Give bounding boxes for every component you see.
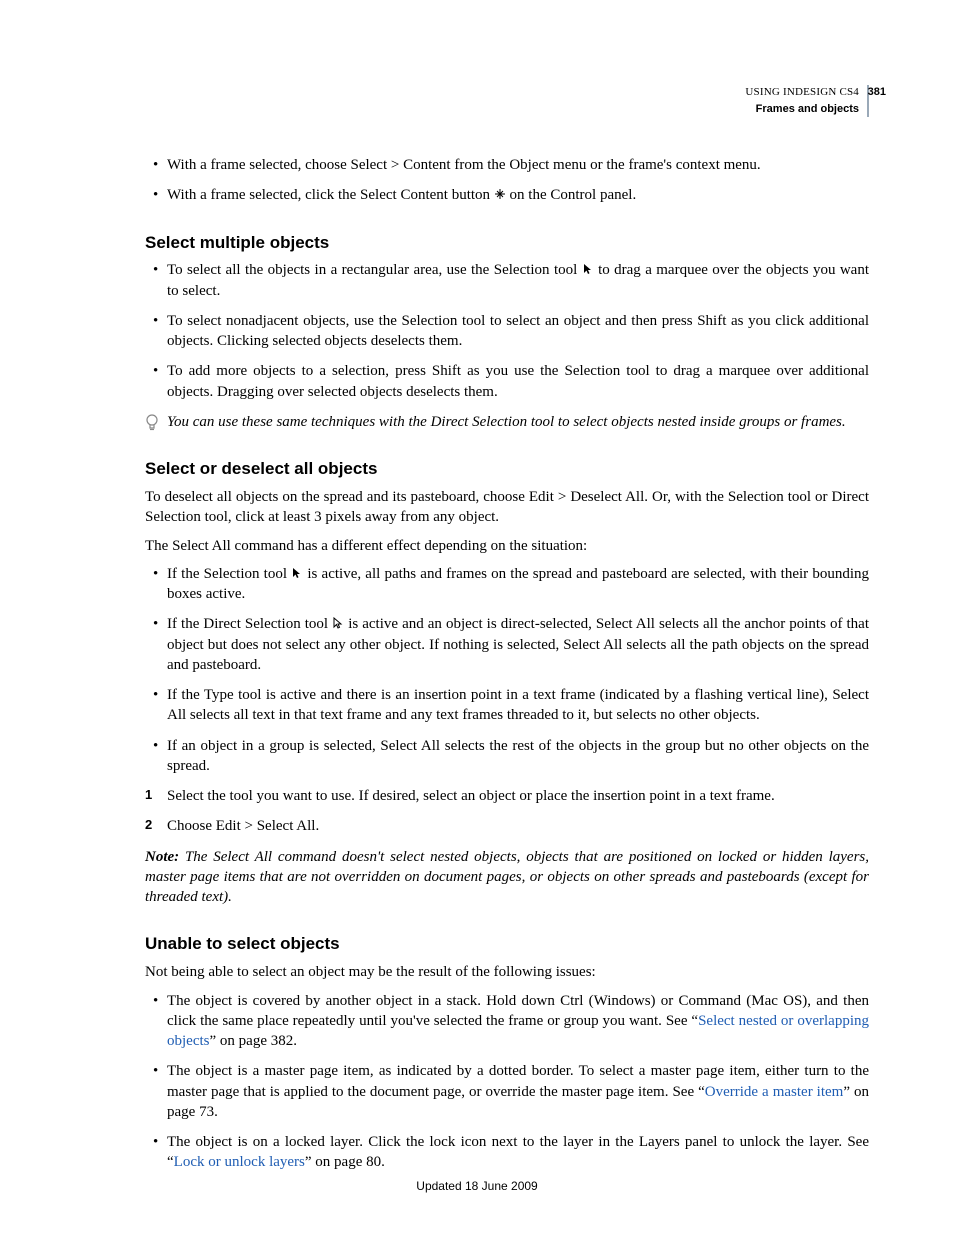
list-item: To select nonadjacent objects, use the S… — [145, 311, 869, 352]
list-item: To select all the objects in a rectangul… — [145, 260, 869, 301]
xref-lock-unlock-layers[interactable]: Lock or unlock layers — [174, 1154, 305, 1170]
list-item-text-before: To select all the objects in a rectangul… — [167, 262, 582, 278]
heading-select-multiple: Select multiple objects — [145, 232, 869, 255]
step-number: 1 — [145, 786, 152, 804]
select-content-icon — [494, 186, 506, 198]
step-number: 2 — [145, 816, 152, 834]
header-product: USING INDESIGN CS4 — [745, 85, 859, 100]
section3-bullets: The object is covered by another object … — [145, 991, 869, 1173]
list-item: If the Selection tool is active, all pat… — [145, 564, 869, 605]
direct-selection-tool-icon — [332, 615, 344, 627]
intro-bullet-list: With a frame selected, choose Select > C… — [145, 155, 869, 206]
list-item-text-before: With a frame selected, click the Select … — [167, 187, 494, 203]
selection-tool-icon — [291, 565, 303, 577]
list-item: To add more objects to a selection, pres… — [145, 361, 869, 402]
tip-text: You can use these same techniques with t… — [167, 414, 846, 430]
page-footer: Updated 18 June 2009 — [0, 1178, 954, 1194]
step-text: Choose Edit > Select All. — [167, 818, 319, 834]
header-section: Frames and objects — [745, 102, 859, 117]
list-item-text: If the Type tool is active and there is … — [167, 687, 869, 723]
section2-para1: To deselect all objects on the spread an… — [145, 487, 869, 528]
list-item-text-after: on the Control panel. — [510, 187, 637, 203]
list-item: The object is a master page item, as ind… — [145, 1061, 869, 1122]
heading-unable-select: Unable to select objects — [145, 933, 869, 956]
list-item-text: If an object in a group is selected, Sel… — [167, 738, 869, 774]
section2-para2: The Select All command has a different e… — [145, 536, 869, 556]
list-item-text-before: If the Direct Selection tool — [167, 616, 332, 632]
list-item: With a frame selected, choose Select > C… — [145, 155, 869, 175]
note-text: The Select All command doesn't select ne… — [145, 849, 869, 906]
list-item-text-before: If the Selection tool — [167, 566, 291, 582]
list-item-text-after: ” on page 382. — [210, 1033, 297, 1049]
list-item-text-after: ” on page 80. — [305, 1154, 385, 1170]
section2-bullets: If the Selection tool is active, all pat… — [145, 564, 869, 776]
page-header: USING INDESIGN CS4 Frames and objects — [745, 85, 869, 117]
section3-para1: Not being able to select an object may b… — [145, 962, 869, 982]
note-label: Note: — [145, 849, 179, 865]
step-item: 2 Choose Edit > Select All. — [145, 816, 869, 836]
heading-select-deselect-all: Select or deselect all objects — [145, 458, 869, 481]
step-text: Select the tool you want to use. If desi… — [167, 788, 775, 804]
list-item: The object is covered by another object … — [145, 991, 869, 1052]
selection-tool-icon — [582, 261, 594, 273]
list-item: With a frame selected, click the Select … — [145, 185, 869, 205]
lightbulb-icon — [145, 414, 159, 432]
list-item: If the Type tool is active and there is … — [145, 685, 869, 726]
list-item-text: To add more objects to a selection, pres… — [167, 363, 869, 399]
section2-steps: 1 Select the tool you want to use. If des… — [145, 786, 869, 837]
page-number: 381 — [868, 85, 886, 100]
list-item-text: With a frame selected, choose Select > C… — [167, 157, 761, 173]
list-item-text: To select nonadjacent objects, use the S… — [167, 313, 869, 349]
section1-bullets: To select all the objects in a rectangul… — [145, 260, 869, 402]
step-item: 1 Select the tool you want to use. If des… — [145, 786, 869, 806]
tip: You can use these same techniques with t… — [145, 412, 869, 432]
list-item: If an object in a group is selected, Sel… — [145, 736, 869, 777]
xref-override-master[interactable]: Override a master item — [705, 1084, 844, 1100]
section2-note: Note: The Select All command doesn't sel… — [145, 847, 869, 908]
list-item: The object is on a locked layer. Click t… — [145, 1132, 869, 1173]
list-item: If the Direct Selection tool is active a… — [145, 614, 869, 675]
